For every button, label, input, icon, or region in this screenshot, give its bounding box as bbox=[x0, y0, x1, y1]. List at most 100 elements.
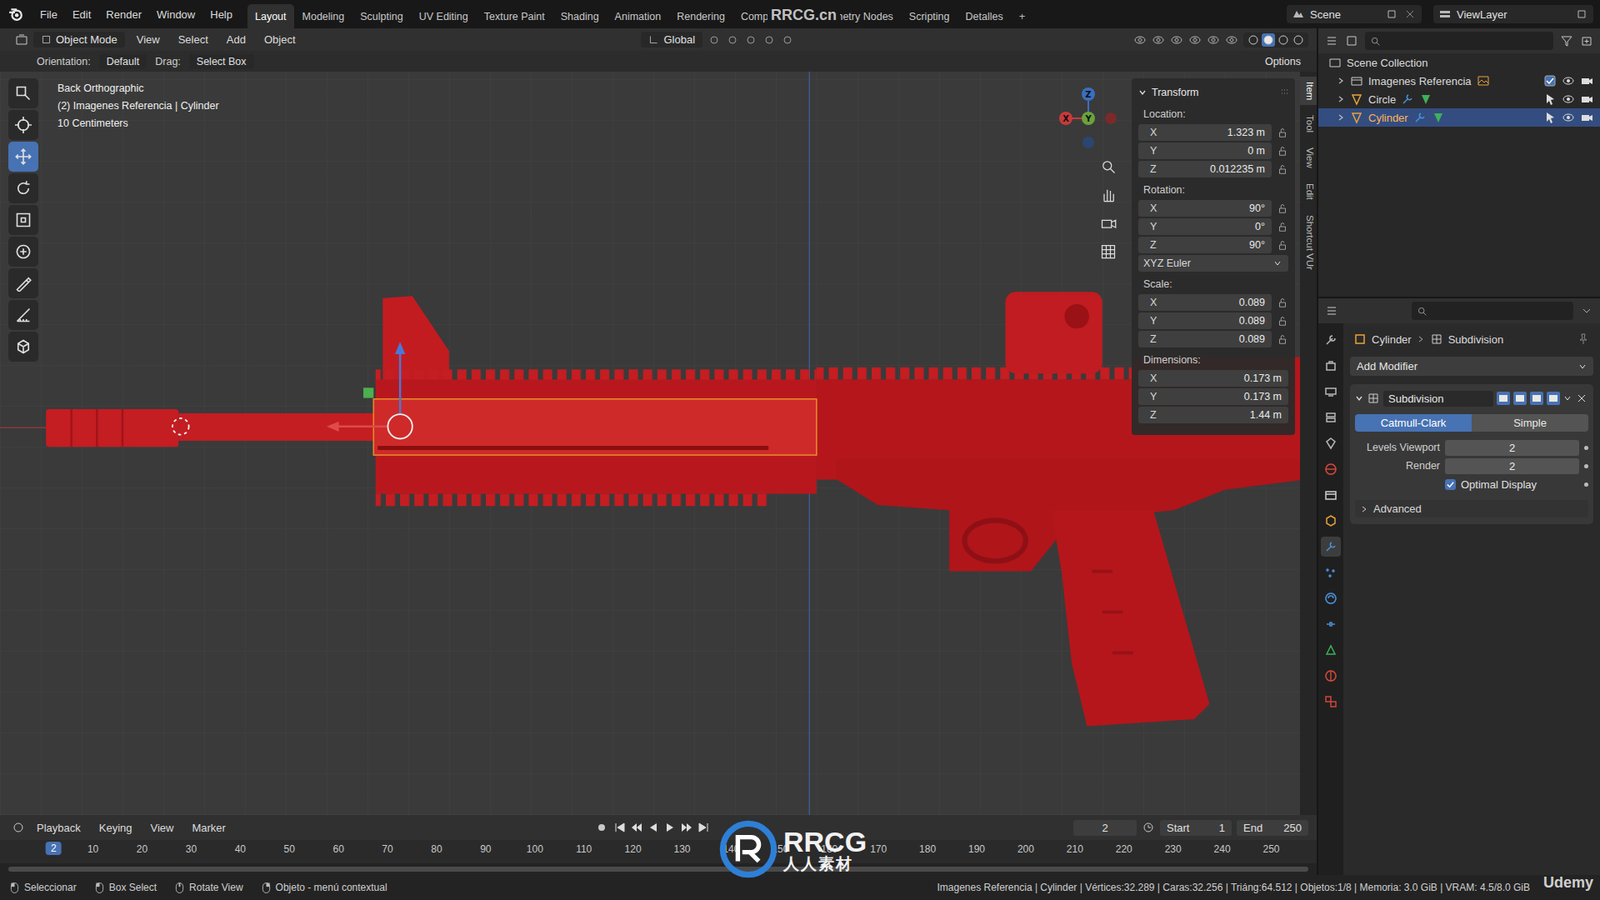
snapping-icon[interactable] bbox=[780, 33, 795, 47]
display-mode-icon[interactable] bbox=[1345, 34, 1359, 48]
keyframe-dot[interactable] bbox=[1584, 482, 1589, 487]
filter-icon[interactable] bbox=[1560, 34, 1574, 48]
properties-tab[interactable] bbox=[1320, 485, 1341, 505]
end-frame-field[interactable]: End250 bbox=[1236, 820, 1309, 836]
dropdown-icon[interactable] bbox=[1563, 394, 1572, 403]
prev-key-icon[interactable] bbox=[630, 820, 644, 835]
modifier-toggle-icon[interactable] bbox=[1530, 391, 1544, 405]
display-icon[interactable] bbox=[1225, 33, 1239, 47]
add-workspace-button[interactable]: + bbox=[1011, 3, 1034, 29]
eye-icon[interactable] bbox=[1561, 92, 1575, 106]
outliner-item[interactable]: Imagenes Referencia bbox=[1318, 71, 1600, 90]
jump-start-icon[interactable] bbox=[613, 820, 627, 835]
mode-dropdown[interactable]: Object Mode bbox=[33, 31, 125, 48]
number-field[interactable]: 2 bbox=[1445, 458, 1580, 475]
number-field[interactable]: Y0 m bbox=[1138, 142, 1272, 160]
camera-icon[interactable] bbox=[1580, 110, 1594, 125]
keyframe-dot[interactable] bbox=[1584, 445, 1589, 450]
modifier-toggle-icon[interactable] bbox=[1496, 391, 1510, 405]
outliner-item[interactable]: Circle bbox=[1318, 90, 1600, 109]
properties-tab[interactable] bbox=[1320, 355, 1341, 376]
blender-logo-icon[interactable] bbox=[8, 6, 24, 22]
pin-icon[interactable] bbox=[1576, 332, 1590, 346]
workspace-tab[interactable]: Rendering bbox=[669, 4, 733, 29]
rotation-mode-dropdown[interactable]: XYZ Euler bbox=[1138, 255, 1289, 272]
close-icon[interactable] bbox=[1403, 7, 1417, 21]
menu-item[interactable]: Render bbox=[99, 5, 149, 24]
navigation-gizmo[interactable]: ZYX bbox=[1055, 85, 1122, 152]
editor-type-icon[interactable] bbox=[1325, 34, 1339, 48]
eye-icon[interactable] bbox=[1561, 74, 1575, 88]
properties-tab[interactable] bbox=[1320, 536, 1341, 557]
copy-icon[interactable] bbox=[1385, 7, 1399, 21]
menu-item[interactable]: Edit bbox=[65, 5, 98, 24]
viewport-menu[interactable]: View bbox=[130, 30, 167, 49]
properties-tab[interactable] bbox=[1320, 614, 1341, 635]
drag-setting[interactable]: Select Box bbox=[189, 54, 255, 70]
jump-end-icon[interactable] bbox=[696, 820, 710, 835]
camera-icon[interactable] bbox=[1100, 215, 1117, 232]
hand-icon[interactable] bbox=[1100, 186, 1117, 204]
clock-icon[interactable] bbox=[1141, 820, 1155, 835]
outliner-item[interactable]: Cylinder bbox=[1318, 108, 1600, 127]
workspace-tab[interactable]: Shading bbox=[553, 4, 607, 29]
outliner-item[interactable]: Scene Collection bbox=[1318, 53, 1600, 72]
expand-icon[interactable] bbox=[1336, 95, 1345, 104]
workspace-tab[interactable]: UV Editing bbox=[411, 4, 476, 29]
snapping-icon[interactable] bbox=[744, 33, 758, 47]
properties-tab[interactable] bbox=[1320, 562, 1341, 583]
outliner-search[interactable] bbox=[1365, 31, 1554, 50]
drag-handle-icon[interactable] bbox=[1280, 88, 1289, 97]
properties-tab[interactable] bbox=[1320, 330, 1341, 350]
display-icon[interactable] bbox=[1151, 33, 1165, 47]
frame-ruler[interactable]: 1020304050607080901001101201301401501601… bbox=[0, 840, 1317, 864]
workspace-tab[interactable]: Sculpting bbox=[352, 4, 410, 29]
sidebar-tab[interactable]: Shortcut VUr bbox=[1300, 210, 1317, 275]
tool-button[interactable] bbox=[8, 268, 39, 299]
timeline-menu[interactable]: Keying bbox=[92, 819, 140, 837]
editor-type-icon[interactable] bbox=[15, 33, 29, 47]
display-icon[interactable] bbox=[1206, 33, 1220, 47]
number-field[interactable]: X90° bbox=[1138, 200, 1272, 217]
orientation-setting[interactable]: Default bbox=[99, 54, 148, 70]
grid-icon[interactable] bbox=[1100, 243, 1117, 260]
orientation-dropdown[interactable]: Global bbox=[640, 31, 703, 48]
modifier-toggle-icon[interactable] bbox=[1513, 391, 1527, 405]
select-arrow-icon[interactable] bbox=[1543, 92, 1557, 106]
record-icon[interactable] bbox=[595, 820, 609, 835]
lock-icon[interactable] bbox=[1276, 239, 1289, 251]
eye-icon[interactable] bbox=[1561, 110, 1575, 125]
tool-button[interactable] bbox=[8, 110, 39, 140]
properties-tab[interactable] bbox=[1320, 381, 1341, 402]
workspace-tab[interactable]: Layout bbox=[247, 4, 295, 29]
play-icon[interactable] bbox=[663, 820, 677, 835]
number-field[interactable]: X1.323 m bbox=[1138, 124, 1272, 141]
advanced-subpanel[interactable]: Advanced bbox=[1355, 500, 1589, 518]
properties-search[interactable] bbox=[1411, 301, 1574, 320]
editor-type-icon[interactable] bbox=[11, 820, 25, 835]
camera-icon[interactable] bbox=[1580, 74, 1594, 88]
tool-button[interactable] bbox=[8, 141, 39, 172]
workspace-tab[interactable]: Scripting bbox=[901, 4, 958, 29]
expand-icon[interactable] bbox=[1336, 113, 1345, 122]
properties-tab[interactable] bbox=[1320, 459, 1341, 480]
select-arrow-icon[interactable] bbox=[1543, 110, 1557, 125]
new-collection-icon[interactable] bbox=[1580, 34, 1594, 48]
camera-icon[interactable] bbox=[1580, 92, 1594, 106]
display-icon[interactable] bbox=[1170, 33, 1184, 47]
number-field[interactable]: Y0.089 bbox=[1138, 312, 1272, 330]
viewport-menu[interactable]: Object bbox=[257, 30, 303, 49]
properties-tab[interactable] bbox=[1320, 691, 1341, 712]
tool-button[interactable] bbox=[8, 78, 39, 109]
optimal-display-checkbox[interactable]: Optimal Display bbox=[1445, 478, 1580, 491]
start-frame-field[interactable]: Start1 bbox=[1160, 820, 1232, 836]
lock-icon[interactable] bbox=[1276, 315, 1289, 327]
workspace-tab[interactable]: Detalles bbox=[958, 4, 1011, 29]
properties-tab[interactable] bbox=[1320, 640, 1341, 660]
display-icon[interactable] bbox=[1188, 33, 1202, 47]
lock-icon[interactable] bbox=[1276, 126, 1289, 139]
lock-icon[interactable] bbox=[1276, 163, 1289, 175]
menu-item[interactable]: Help bbox=[203, 5, 240, 24]
keyframe-dot[interactable] bbox=[1584, 464, 1589, 469]
number-field[interactable]: Z0.089 bbox=[1138, 330, 1272, 348]
